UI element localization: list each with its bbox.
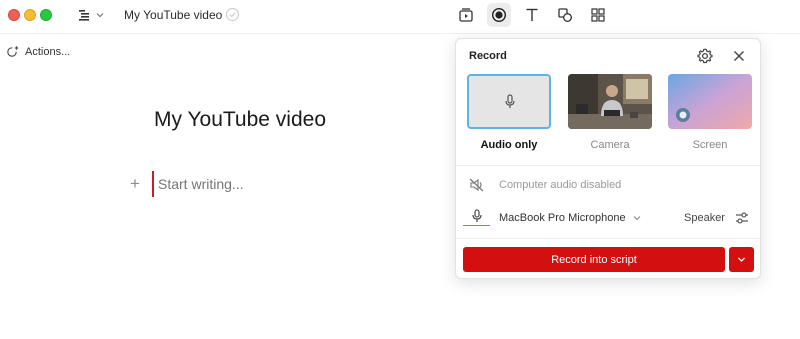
camera-preview bbox=[568, 74, 652, 129]
microphone-select[interactable]: MacBook Pro Microphone bbox=[463, 209, 641, 227]
storyboard-icon bbox=[459, 8, 473, 22]
record-panel: Record Audio only Camera Screen Computer… bbox=[455, 38, 761, 279]
source-label: Audio only bbox=[480, 139, 538, 151]
text-button[interactable] bbox=[520, 3, 544, 27]
chevron-down-icon bbox=[738, 257, 745, 262]
panel-divider bbox=[456, 238, 760, 239]
audio-only-tile bbox=[467, 74, 551, 129]
source-label: Screen bbox=[692, 139, 728, 151]
actions-label: Actions... bbox=[25, 45, 71, 58]
document-heading[interactable]: My YouTube video bbox=[154, 108, 326, 132]
window-title: My YouTube video bbox=[124, 8, 223, 22]
panel-divider bbox=[456, 165, 760, 166]
document-outline-icon bbox=[79, 9, 89, 21]
audio-level-meter bbox=[463, 225, 490, 226]
speaker-muted-icon bbox=[469, 178, 484, 192]
toolbar-divider bbox=[0, 33, 800, 34]
sync-check-icon bbox=[225, 7, 240, 22]
text-cursor bbox=[152, 171, 154, 197]
camera-preview-image bbox=[568, 74, 652, 129]
source-camera[interactable]: Camera bbox=[568, 74, 652, 151]
screen-preview bbox=[668, 74, 752, 129]
computer-audio-toggle[interactable]: Computer audio disabled bbox=[469, 178, 621, 192]
title-bar: My YouTube video bbox=[0, 0, 800, 30]
gear-icon[interactable] bbox=[696, 47, 714, 65]
record-icon bbox=[491, 7, 507, 23]
add-block-button[interactable]: + bbox=[130, 175, 140, 192]
speaker-button[interactable]: Speaker bbox=[684, 212, 725, 224]
panel-title: Record bbox=[469, 50, 507, 62]
microphone-icon bbox=[505, 94, 515, 108]
computer-audio-label: Computer audio disabled bbox=[499, 179, 622, 191]
storyboard-button[interactable] bbox=[454, 3, 478, 27]
main-toolbar bbox=[454, 3, 610, 27]
source-label: Camera bbox=[590, 139, 630, 151]
actions-button[interactable]: Actions... bbox=[6, 45, 70, 58]
text-icon bbox=[526, 8, 538, 21]
script-editor-input[interactable] bbox=[158, 176, 358, 192]
chevron-down-icon bbox=[633, 216, 640, 221]
microphone-level bbox=[463, 209, 499, 227]
source-screen[interactable]: Screen bbox=[668, 74, 752, 151]
source-audio-only[interactable]: Audio only bbox=[467, 74, 551, 151]
sliders-icon[interactable] bbox=[734, 210, 750, 226]
microphone-icon bbox=[472, 209, 482, 222]
record-options-button[interactable] bbox=[729, 247, 754, 272]
zoom-window-button[interactable] bbox=[40, 9, 52, 21]
close-window-button[interactable] bbox=[8, 9, 20, 21]
grid-icon bbox=[591, 8, 605, 22]
minimize-window-button[interactable] bbox=[24, 9, 36, 21]
shapes-icon bbox=[558, 8, 572, 22]
grid-button[interactable] bbox=[586, 3, 610, 27]
microphone-label: MacBook Pro Microphone bbox=[499, 212, 626, 224]
record-into-script-button[interactable]: Record into script bbox=[463, 247, 725, 272]
document-menu-button[interactable] bbox=[78, 7, 108, 23]
sparkle-icon bbox=[7, 45, 19, 57]
chevron-down-icon bbox=[96, 13, 104, 18]
close-icon[interactable] bbox=[730, 47, 748, 65]
shapes-button[interactable] bbox=[553, 3, 577, 27]
screen-preview-image bbox=[668, 74, 752, 129]
record-button[interactable] bbox=[487, 3, 511, 27]
